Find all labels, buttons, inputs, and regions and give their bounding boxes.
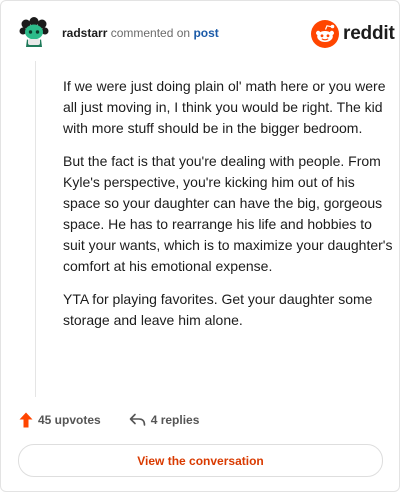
view-conversation-button[interactable]: View the conversation [18, 444, 383, 477]
comment-paragraph: But the fact is that you're dealing with… [63, 153, 393, 274]
comment-header: radstarr commented on post [62, 26, 219, 40]
post-link[interactable]: post [193, 26, 218, 40]
logo-wordmark: reddit [343, 23, 395, 44]
username-link[interactable]: radstarr [62, 26, 107, 40]
avatar[interactable] [18, 17, 50, 49]
comment-body: If we were just doing plain ol' math her… [63, 76, 393, 343]
comment-actions: 45 upvotes 4 replies [19, 409, 199, 431]
reddit-snoo-icon [311, 20, 339, 48]
upvote-arrow-icon [19, 412, 33, 428]
replies-button[interactable]: 4 replies [129, 413, 200, 427]
reply-count: 4 replies [150, 413, 200, 427]
reddit-logo[interactable]: reddit [311, 20, 395, 48]
comment-paragraph: If we were just doing plain ol' math her… [63, 78, 386, 136]
action-text: commented on [110, 26, 191, 40]
thread-line [35, 61, 36, 397]
upvote-count: 45 upvotes [38, 413, 101, 427]
comment-paragraph: YTA for playing favorites. Get your daug… [63, 291, 373, 328]
reply-arrow-icon [129, 413, 146, 426]
embedded-comment-card: radstarr commented on post reddit If we … [0, 0, 400, 492]
snoo-avatar-icon [19, 17, 49, 47]
upvote-button[interactable]: 45 upvotes [19, 412, 101, 428]
